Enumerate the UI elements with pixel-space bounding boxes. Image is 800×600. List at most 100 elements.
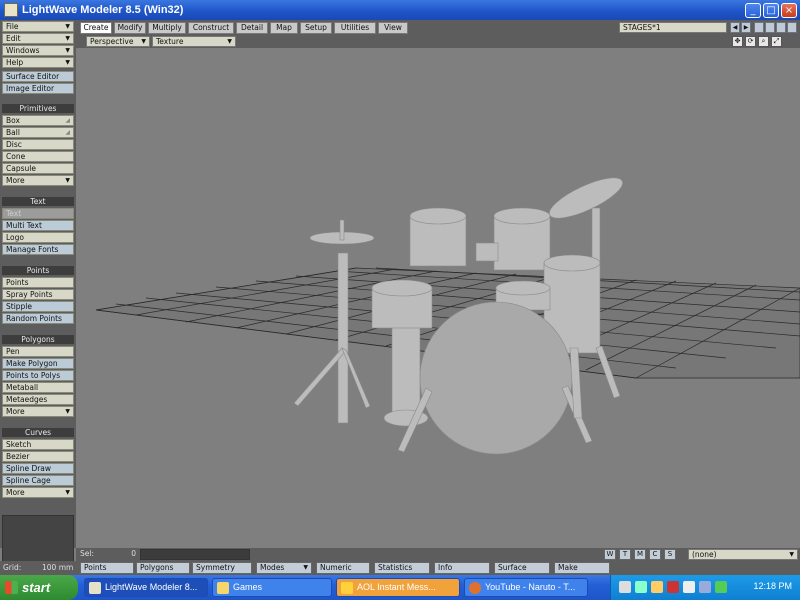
stipple-button[interactable]: Stipple xyxy=(2,301,74,312)
render-mode-dropdown[interactable]: Texture ▼ xyxy=(152,36,236,47)
stages-dropdown[interactable]: STAGES*1 xyxy=(619,22,727,33)
pen-tool-button[interactable]: Pen xyxy=(2,346,74,357)
windows-logo-icon xyxy=(5,581,18,594)
points-tool-button[interactable]: Points xyxy=(2,277,74,288)
disc-tool-button[interactable]: Disc xyxy=(2,139,74,150)
random-points-button[interactable]: Random Points xyxy=(2,313,74,324)
view-mode-dropdown[interactable]: Perspective ▼ xyxy=(86,36,150,47)
mode-button-c[interactable]: C xyxy=(649,549,661,560)
layer-button-3[interactable] xyxy=(776,22,786,33)
tab-map[interactable]: Map xyxy=(270,22,298,34)
maximize-button[interactable]: □ xyxy=(763,2,779,18)
polygons-header: Polygons xyxy=(2,335,74,344)
selection-label: Sel: xyxy=(80,549,94,558)
sketch-button[interactable]: Sketch xyxy=(2,439,74,450)
tab-view[interactable]: View xyxy=(378,22,408,34)
lightwave-app-icon xyxy=(4,3,18,17)
minimize-button[interactable]: _ xyxy=(745,2,761,18)
drum-kit-scene xyxy=(95,177,800,455)
layer-button-1[interactable] xyxy=(754,22,764,33)
display-icon[interactable] xyxy=(699,581,711,593)
modes-dropdown[interactable]: Modes ▼ xyxy=(256,562,312,574)
capsule-tool-button[interactable]: Capsule xyxy=(2,163,74,174)
statistics-button[interactable]: Statistics xyxy=(374,562,430,574)
surface-editor-button[interactable]: Surface Editor xyxy=(2,71,74,82)
tab-setup[interactable]: Setup xyxy=(300,22,332,34)
image-editor-button[interactable]: Image Editor xyxy=(2,83,74,94)
dropdown-arrow-icon: ▼ xyxy=(65,35,70,42)
help-menu-button[interactable]: Help ▼ xyxy=(2,57,74,68)
tray-status-icon[interactable] xyxy=(715,581,727,593)
info-button[interactable]: Info xyxy=(434,562,490,574)
multi-text-button[interactable]: Multi Text xyxy=(2,220,74,231)
polygons-mode-button[interactable]: Polygons xyxy=(136,562,190,574)
text-tool-button[interactable]: Text xyxy=(2,208,74,219)
tab-detail[interactable]: Detail xyxy=(236,22,268,34)
bezier-button[interactable]: Bezier xyxy=(2,451,74,462)
selection-count: 0 xyxy=(131,549,136,558)
network-icon[interactable] xyxy=(635,581,647,593)
taskbar-item-aim[interactable]: AOL Instant Mess... xyxy=(336,578,460,597)
volume-icon[interactable] xyxy=(683,581,695,593)
surface-button[interactable]: Surface xyxy=(494,562,550,574)
maximize-view-icon[interactable]: ⤢ xyxy=(771,36,782,47)
layer-dropdown[interactable]: (none) ▼ xyxy=(688,549,798,560)
mode-button-t[interactable]: T xyxy=(619,549,631,560)
numeric-button[interactable]: Numeric xyxy=(316,562,370,574)
mode-button-s[interactable]: S xyxy=(664,549,676,560)
tab-construct[interactable]: Construct xyxy=(188,22,234,34)
make-button[interactable]: Make xyxy=(554,562,610,574)
tool-options-icon: ◢ xyxy=(65,117,70,124)
grid-value: 100 mm xyxy=(42,563,74,572)
prev-arrow-icon[interactable]: ◀ xyxy=(730,22,740,33)
security-icon[interactable] xyxy=(667,581,679,593)
spline-draw-button[interactable]: Spline Draw xyxy=(2,463,74,474)
folder-icon xyxy=(217,582,229,594)
cymbal-stand xyxy=(337,252,349,424)
cone-tool-button[interactable]: Cone xyxy=(2,151,74,162)
taskbar-item-youtube[interactable]: YouTube - Naruto - T... xyxy=(464,578,588,597)
selection-status-bar: Sel: 0 W T M C S (none) ▼ xyxy=(76,548,800,561)
metaedges-button[interactable]: Metaedges xyxy=(2,394,74,405)
taskbar-clock: 12:18 PM xyxy=(753,581,792,591)
curves-more-button[interactable]: More ▼ xyxy=(2,487,74,498)
title-bar[interactable]: LightWave Modeler 8.5 (Win32) _ □ × xyxy=(0,0,800,20)
mode-button-w[interactable]: W xyxy=(604,549,616,560)
move-view-icon[interactable]: ✥ xyxy=(732,36,743,47)
ball-tool-button[interactable]: Ball ◢ xyxy=(2,127,74,138)
rotate-view-icon[interactable]: ⟳ xyxy=(745,36,756,47)
zoom-view-icon[interactable]: ⌕ xyxy=(758,36,769,47)
points-to-polys-button[interactable]: Points to Polys xyxy=(2,370,74,381)
mode-button-m[interactable]: M xyxy=(634,549,646,560)
dropdown-arrow-icon: ▼ xyxy=(303,564,308,571)
next-arrow-icon[interactable]: ▶ xyxy=(741,22,751,33)
layer-button-2[interactable] xyxy=(765,22,775,33)
tray-app-icon[interactable] xyxy=(619,581,631,593)
tab-create[interactable]: Create xyxy=(80,22,112,34)
edit-menu-button[interactable]: Edit ▼ xyxy=(2,33,74,44)
tab-multiply[interactable]: Multiply xyxy=(148,22,186,34)
polygons-more-button[interactable]: More ▼ xyxy=(2,406,74,417)
taskbar-item-games[interactable]: Games xyxy=(212,578,332,597)
aim-tray-icon[interactable] xyxy=(651,581,663,593)
taskbar-item-lightwave[interactable]: LightWave Modeler 8... xyxy=(84,578,208,597)
make-polygon-button[interactable]: Make Polygon xyxy=(2,358,74,369)
tab-utilities[interactable]: Utilities xyxy=(334,22,376,34)
points-mode-button[interactable]: Points xyxy=(80,562,134,574)
metaball-button[interactable]: Metaball xyxy=(2,382,74,393)
file-menu-button[interactable]: File ▼ xyxy=(2,21,74,32)
perspective-viewport[interactable] xyxy=(76,48,800,548)
spline-cage-button[interactable]: Spline Cage xyxy=(2,475,74,486)
layer-button-4[interactable] xyxy=(787,22,797,33)
logo-button[interactable]: Logo xyxy=(2,232,74,243)
primitives-more-button[interactable]: More ▼ xyxy=(2,175,74,186)
box-tool-button[interactable]: Box ◢ xyxy=(2,115,74,126)
spray-points-button[interactable]: Spray Points xyxy=(2,289,74,300)
tab-modify[interactable]: Modify xyxy=(114,22,146,34)
manage-fonts-button[interactable]: Manage Fonts xyxy=(2,244,74,255)
primitives-header: Primitives xyxy=(2,104,74,113)
start-button[interactable]: start xyxy=(0,575,78,600)
windows-menu-button[interactable]: Windows ▼ xyxy=(2,45,74,56)
close-button[interactable]: × xyxy=(781,2,797,18)
symmetry-button[interactable]: Symmetry xyxy=(192,562,252,574)
